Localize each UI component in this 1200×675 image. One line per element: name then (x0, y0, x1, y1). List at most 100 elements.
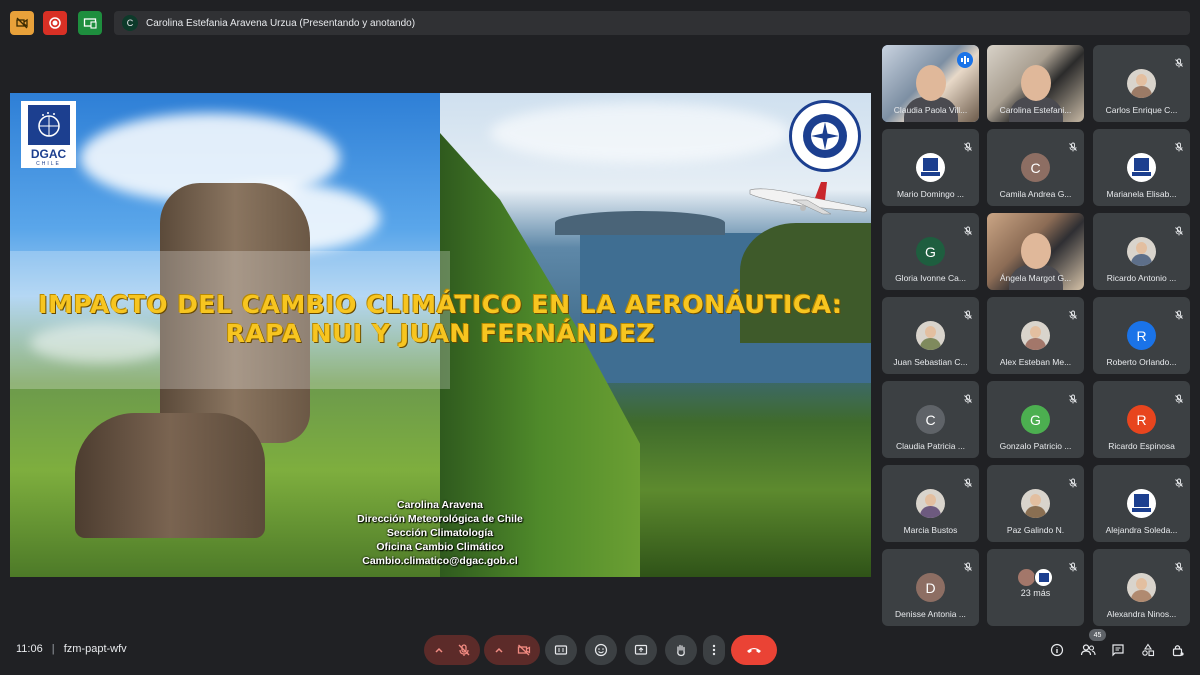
avatar (1127, 153, 1156, 182)
meeting-code: fzm-papt-wfv (63, 643, 127, 655)
participant-name: Roberto Orlando... (1106, 357, 1177, 367)
avatar (916, 489, 945, 518)
credit-line: Carolina Aravena (397, 499, 483, 511)
host-controls-button[interactable] (1169, 641, 1187, 659)
participant-name: Gloria Ivonne Ca... (895, 273, 966, 283)
participant-name: Camila Andrea G... (999, 189, 1072, 199)
participant-tile[interactable]: Paz Galindo N. (987, 465, 1084, 542)
participant-name: Mario Domingo ... (896, 189, 965, 199)
participant-tile[interactable]: Carolina Estefani... (987, 45, 1084, 122)
credit-line: Cambio.climatico@dgac.gob.cl (362, 555, 518, 567)
participant-name: Carolina Estefani... (999, 105, 1072, 115)
captions-button[interactable] (545, 635, 577, 665)
slide-title: IMPACTO DEL CAMBIO CLIMÁTICO EN LA AERON… (10, 290, 871, 348)
participant-tile[interactable]: R Roberto Orlando... (1093, 297, 1190, 374)
avatar (1127, 573, 1156, 602)
participant-tile[interactable]: Claudia Paola Vill... (882, 45, 979, 122)
camera-off-icon[interactable] (517, 643, 531, 657)
slide-title-line1: IMPACTO DEL CAMBIO CLIMÁTICO EN LA AERON… (38, 290, 843, 319)
emoji-icon (594, 643, 608, 657)
avatar: G (1021, 405, 1050, 434)
hide-self-view-button[interactable] (10, 11, 34, 35)
participant-tile[interactable]: Marcia Bustos (882, 465, 979, 542)
participant-tile[interactable]: Juan Sebastian C... (882, 297, 979, 374)
participant-tile[interactable]: 23 más (987, 549, 1084, 626)
participant-name: Gonzalo Patricio ... (999, 441, 1072, 451)
participant-tile[interactable]: Alexandra Ninos... (1093, 549, 1190, 626)
mic-off-icon (963, 391, 973, 404)
avatar (1021, 321, 1050, 350)
participant-name: Juan Sebastian C... (893, 357, 968, 367)
mic-off-icon[interactable] (457, 643, 471, 657)
chevron-up-icon[interactable] (433, 644, 445, 656)
hang-up-icon (747, 648, 761, 653)
shared-presentation: DGAC CHILE IMPACTO DEL CAMBIO CLIMÁTICO … (10, 93, 871, 577)
participant-tile[interactable]: Ángela Margot G... (987, 213, 1084, 290)
people-button[interactable] (1079, 641, 1097, 659)
participant-name: Claudia Patricia ... (896, 441, 965, 451)
avatar: C (1021, 153, 1050, 182)
credit-line: Dirección Meteorológica de Chile (357, 513, 523, 525)
presenter-avatar: C (122, 15, 138, 31)
participant-tile[interactable]: C Claudia Patricia ... (882, 381, 979, 458)
presenter-banner: C Carolina Estefania Aravena Urzua (Pres… (114, 11, 1190, 35)
participant-tile[interactable]: Mario Domingo ... (882, 129, 979, 206)
mic-off-icon (1174, 139, 1184, 152)
mic-off-icon (1174, 559, 1184, 572)
participant-name: Ángela Margot G... (999, 273, 1072, 283)
participant-name: Paz Galindo N. (1006, 525, 1065, 535)
mic-off-icon (1174, 475, 1184, 488)
mic-off-icon (1068, 559, 1078, 572)
presentation-button[interactable] (78, 11, 102, 35)
more-participants-label: 23 más (1020, 588, 1051, 598)
credit-line: Oficina Cambio Climático (376, 541, 504, 553)
chevron-up-icon[interactable] (493, 644, 505, 656)
meeting-details-button[interactable] (1048, 641, 1066, 659)
microphone-control[interactable] (424, 635, 480, 665)
participant-tile[interactable]: G Gloria Ivonne Ca... (882, 213, 979, 290)
participant-tile[interactable]: Marianela Elisab... (1093, 129, 1190, 206)
present-screen-icon (83, 18, 97, 29)
avatar (916, 153, 945, 182)
activities-button[interactable] (1139, 641, 1157, 659)
avatar (1127, 237, 1156, 266)
avatar: R (1127, 321, 1156, 350)
present-screen-icon (634, 644, 648, 655)
mic-off-icon (1068, 475, 1078, 488)
speaking-indicator-icon (957, 52, 973, 68)
recording-button[interactable] (43, 11, 67, 35)
leave-call-button[interactable] (731, 635, 777, 665)
participant-name: Alex Esteban Me... (999, 357, 1072, 367)
participant-name: Ricardo Antonio ... (1106, 273, 1177, 283)
more-participants-avatars (1017, 568, 1057, 588)
participant-name: Claudia Paola Vill... (893, 105, 968, 115)
participant-tile[interactable]: C Camila Andrea G... (987, 129, 1084, 206)
participant-tile[interactable]: G Gonzalo Patricio ... (987, 381, 1084, 458)
more-vert-icon (712, 644, 716, 656)
participant-tile[interactable]: Alex Esteban Me... (987, 297, 1084, 374)
mic-off-icon (1068, 307, 1078, 320)
mic-off-icon (1174, 307, 1184, 320)
chat-button[interactable] (1109, 641, 1127, 659)
participants-count-badge: 45 (1089, 629, 1106, 641)
avatar: C (916, 405, 945, 434)
more-options-button[interactable] (703, 635, 725, 665)
raise-hand-button[interactable] (665, 635, 697, 665)
lock-person-icon (1172, 645, 1184, 657)
reactions-button[interactable] (585, 635, 617, 665)
avatar (1127, 489, 1156, 518)
presenter-label: Carolina Estefania Aravena Urzua (Presen… (146, 17, 416, 29)
participant-tile[interactable]: D Denisse Antonia ... (882, 549, 979, 626)
participant-tile[interactable]: R Ricardo Espinosa (1093, 381, 1190, 458)
chat-icon (1112, 644, 1124, 657)
participant-tile[interactable]: Ricardo Antonio ... (1093, 213, 1190, 290)
mic-off-icon (963, 223, 973, 236)
participant-tile[interactable]: Alejandra Soleda... (1093, 465, 1190, 542)
participant-name: Alejandra Soleda... (1105, 525, 1178, 535)
camera-control[interactable] (484, 635, 540, 665)
info-icon (1050, 643, 1064, 657)
present-button[interactable] (625, 635, 657, 665)
avatar: G (916, 237, 945, 266)
participant-name: Marianela Elisab... (1106, 189, 1177, 199)
participant-tile[interactable]: Carlos Enrique C... (1093, 45, 1190, 122)
